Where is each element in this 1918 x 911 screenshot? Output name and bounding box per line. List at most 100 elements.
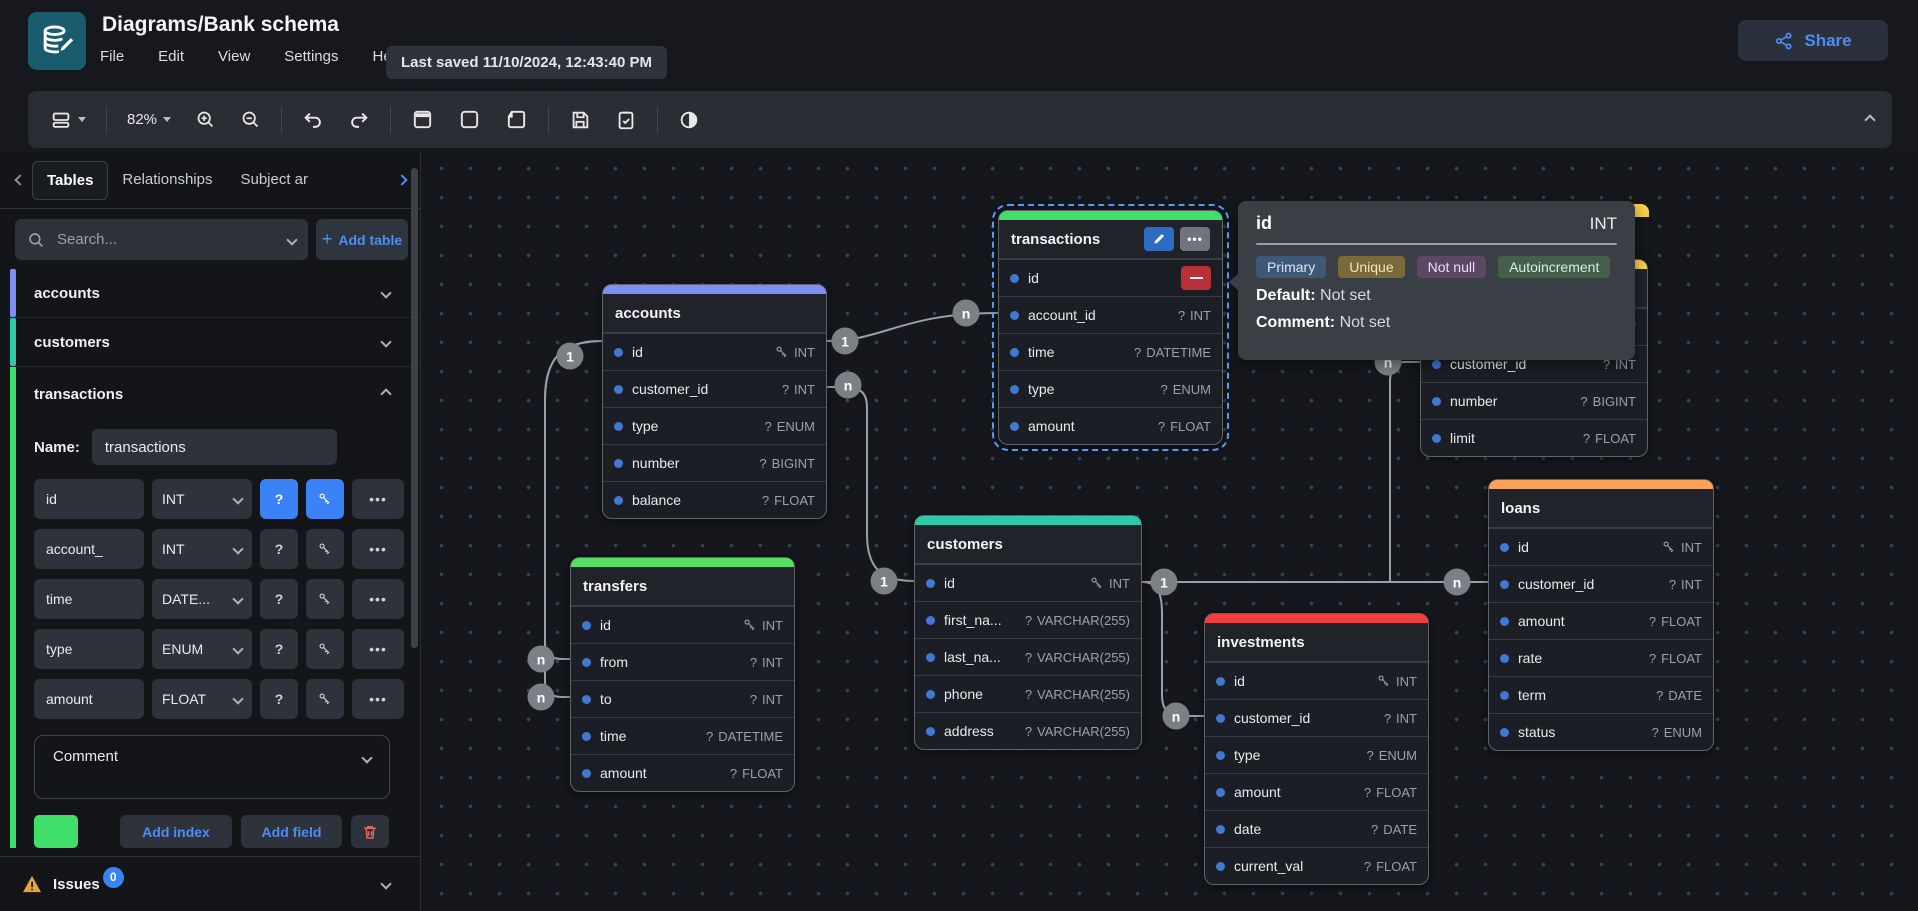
db-table-accounts[interactable]: accountsidINTcustomer_id?INTtype?ENUMnum… bbox=[602, 284, 827, 519]
accordion-item-transactions[interactable]: transactions bbox=[16, 367, 420, 421]
table-field-row[interactable]: amount?FLOAT bbox=[571, 754, 794, 791]
search-combobox[interactable] bbox=[15, 219, 308, 260]
field-primary-key-toggle[interactable] bbox=[306, 579, 344, 619]
tab-tables[interactable]: Tables bbox=[32, 161, 108, 200]
zoom-in-button[interactable] bbox=[191, 105, 220, 134]
add-area-tool[interactable] bbox=[454, 104, 485, 135]
undo-button[interactable] bbox=[298, 105, 328, 135]
field-type-dropdown[interactable]: FLOAT bbox=[152, 679, 252, 719]
add-note-tool[interactable] bbox=[501, 104, 532, 135]
search-input[interactable] bbox=[57, 231, 276, 248]
table-field-row[interactable]: type?ENUM bbox=[603, 407, 826, 444]
menu-edit[interactable]: Edit bbox=[158, 48, 184, 65]
field-more-button[interactable]: ••• bbox=[352, 679, 404, 719]
share-button[interactable]: Share bbox=[1738, 20, 1888, 61]
delete-table-button[interactable] bbox=[351, 815, 389, 848]
table-field-row[interactable]: account_id?INT bbox=[999, 296, 1222, 333]
menu-view[interactable]: View bbox=[218, 48, 250, 65]
field-primary-key-toggle[interactable] bbox=[306, 679, 344, 719]
db-table-customers[interactable]: customersidINTfirst_na...?VARCHAR(255)la… bbox=[914, 515, 1142, 750]
table-field-row[interactable]: idINT bbox=[603, 333, 826, 370]
table-field-row[interactable]: date?DATE bbox=[1205, 810, 1428, 847]
field-nullable-toggle[interactable]: ? bbox=[260, 529, 298, 569]
sidebar-scrollbar[interactable] bbox=[411, 168, 418, 648]
table-field-row[interactable]: to?INT bbox=[571, 680, 794, 717]
table-field-row[interactable]: type?ENUM bbox=[999, 370, 1222, 407]
delete-field-button[interactable] bbox=[1181, 266, 1211, 290]
table-field-row[interactable]: last_na...?VARCHAR(255) bbox=[915, 638, 1141, 675]
tab-relationships[interactable]: Relationships bbox=[108, 161, 226, 200]
field-nullable-toggle[interactable]: ? bbox=[260, 679, 298, 719]
tab-subject-areas[interactable]: Subject ar bbox=[226, 161, 322, 200]
table-field-row[interactable]: address?VARCHAR(255) bbox=[915, 712, 1141, 749]
table-field-row[interactable]: customer_id?INT bbox=[1489, 565, 1713, 602]
table-field-row[interactable]: id bbox=[999, 259, 1222, 296]
field-nullable-toggle[interactable]: ? bbox=[260, 629, 298, 669]
db-table-loans[interactable]: loansidINTcustomer_id?INTamount?FLOATrat… bbox=[1488, 479, 1714, 751]
table-field-row[interactable]: idINT bbox=[1489, 528, 1713, 565]
add-table-tool[interactable] bbox=[407, 104, 438, 135]
field-more-button[interactable]: ••• bbox=[352, 529, 404, 569]
table-field-row[interactable]: customer_id?INT bbox=[603, 370, 826, 407]
tab-scroll-left-button[interactable] bbox=[8, 171, 32, 189]
field-primary-key-toggle[interactable] bbox=[306, 629, 344, 669]
table-field-row[interactable]: amount?FLOAT bbox=[1205, 773, 1428, 810]
toolbar-collapse-button[interactable] bbox=[1866, 111, 1874, 129]
save-button[interactable] bbox=[565, 105, 595, 135]
table-name-input[interactable] bbox=[92, 429, 337, 465]
field-name-input[interactable]: type bbox=[34, 629, 144, 669]
todo-button[interactable] bbox=[611, 105, 641, 135]
add-table-button[interactable]: + Add table bbox=[316, 219, 408, 260]
field-name-input[interactable]: amount bbox=[34, 679, 144, 719]
field-more-button[interactable]: ••• bbox=[352, 579, 404, 619]
table-field-row[interactable]: status?ENUM bbox=[1489, 713, 1713, 750]
table-field-row[interactable]: number?BIGINT bbox=[603, 444, 826, 481]
field-nullable-toggle[interactable]: ? bbox=[260, 579, 298, 619]
field-type-dropdown[interactable]: ENUM bbox=[152, 629, 252, 669]
table-field-row[interactable]: current_val?FLOAT bbox=[1205, 847, 1428, 884]
db-table-transfers[interactable]: transfersidINTfrom?INTto?INTtime?DATETIM… bbox=[570, 557, 795, 792]
table-color-swatch[interactable] bbox=[34, 815, 78, 848]
table-field-row[interactable]: first_na...?VARCHAR(255) bbox=[915, 601, 1141, 638]
add-index-button[interactable]: Add index bbox=[120, 815, 232, 848]
zoom-level-dropdown[interactable]: 82% bbox=[123, 107, 175, 132]
table-field-row[interactable]: customer_id?INT bbox=[1205, 699, 1428, 736]
field-primary-key-toggle[interactable] bbox=[306, 529, 344, 569]
table-more-button[interactable]: ••• bbox=[1180, 227, 1210, 251]
tab-scroll-right-button[interactable] bbox=[392, 171, 412, 189]
issues-bar[interactable]: Issues 0 bbox=[0, 856, 420, 911]
table-field-row[interactable]: balance?FLOAT bbox=[603, 481, 826, 518]
table-field-row[interactable]: term?DATE bbox=[1489, 676, 1713, 713]
table-field-row[interactable]: idINT bbox=[915, 564, 1141, 601]
field-type-dropdown[interactable]: INT bbox=[152, 479, 252, 519]
field-primary-key-toggle[interactable] bbox=[306, 479, 344, 519]
table-field-row[interactable]: amount?FLOAT bbox=[1489, 602, 1713, 639]
field-name-input[interactable]: time bbox=[34, 579, 144, 619]
table-field-row[interactable]: time?DATETIME bbox=[999, 333, 1222, 370]
field-name-input[interactable]: account_ bbox=[34, 529, 144, 569]
menu-file[interactable]: File bbox=[100, 48, 124, 65]
table-field-row[interactable]: type?ENUM bbox=[1205, 736, 1428, 773]
accordion-item-customers[interactable]: customers bbox=[10, 318, 420, 367]
field-name-input[interactable]: id bbox=[34, 479, 144, 519]
table-field-row[interactable]: amount?FLOAT bbox=[999, 407, 1222, 444]
accordion-item-accounts[interactable]: accounts bbox=[10, 269, 420, 318]
field-more-button[interactable]: ••• bbox=[352, 479, 404, 519]
edit-table-button[interactable] bbox=[1144, 227, 1174, 251]
table-field-row[interactable]: phone?VARCHAR(255) bbox=[915, 675, 1141, 712]
table-field-row[interactable]: limit?FLOAT bbox=[1421, 419, 1647, 456]
comment-collapsible[interactable]: Comment bbox=[34, 735, 390, 799]
db-table-transactions[interactable]: transactions•••idaccount_id?INTtime?DATE… bbox=[998, 210, 1223, 445]
app-logo[interactable] bbox=[28, 12, 86, 70]
table-field-row[interactable]: idINT bbox=[1205, 662, 1428, 699]
field-nullable-toggle[interactable]: ? bbox=[260, 479, 298, 519]
field-more-button[interactable]: ••• bbox=[352, 629, 404, 669]
table-field-row[interactable]: from?INT bbox=[571, 643, 794, 680]
table-field-row[interactable]: number?BIGINT bbox=[1421, 382, 1647, 419]
table-field-row[interactable]: rate?FLOAT bbox=[1489, 639, 1713, 676]
add-field-button[interactable]: Add field bbox=[241, 815, 342, 848]
theme-toggle-button[interactable] bbox=[674, 105, 704, 135]
table-field-row[interactable]: idINT bbox=[571, 606, 794, 643]
diagram-canvas[interactable]: accountsidINTcustomer_id?INTtype?ENUMnum… bbox=[421, 152, 1918, 911]
redo-button[interactable] bbox=[344, 105, 374, 135]
